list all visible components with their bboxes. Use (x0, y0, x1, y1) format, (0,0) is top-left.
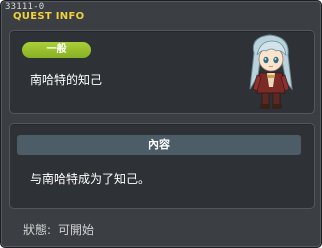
status-value: 可開始 (58, 223, 95, 237)
quest-name: 南哈特的知己 (30, 73, 103, 87)
quest-info-window: 33111-0 QUEST INFO 一般 南哈特的知己 內容 与南哈特成为了知… (0, 0, 322, 248)
quest-header-panel: 一般 南哈特的知己 (9, 30, 315, 114)
npc-portrait-icon (249, 34, 293, 109)
quest-category-tag: 一般 (22, 42, 91, 58)
quest-content-panel: 內容 与南哈特成为了知己。 (9, 123, 315, 209)
quest-description: 与南哈特成为了知己。 (30, 172, 151, 186)
status-label: 狀態: (23, 223, 52, 237)
window-title: QUEST INFO (13, 11, 85, 22)
content-section-header: 內容 (17, 135, 301, 155)
